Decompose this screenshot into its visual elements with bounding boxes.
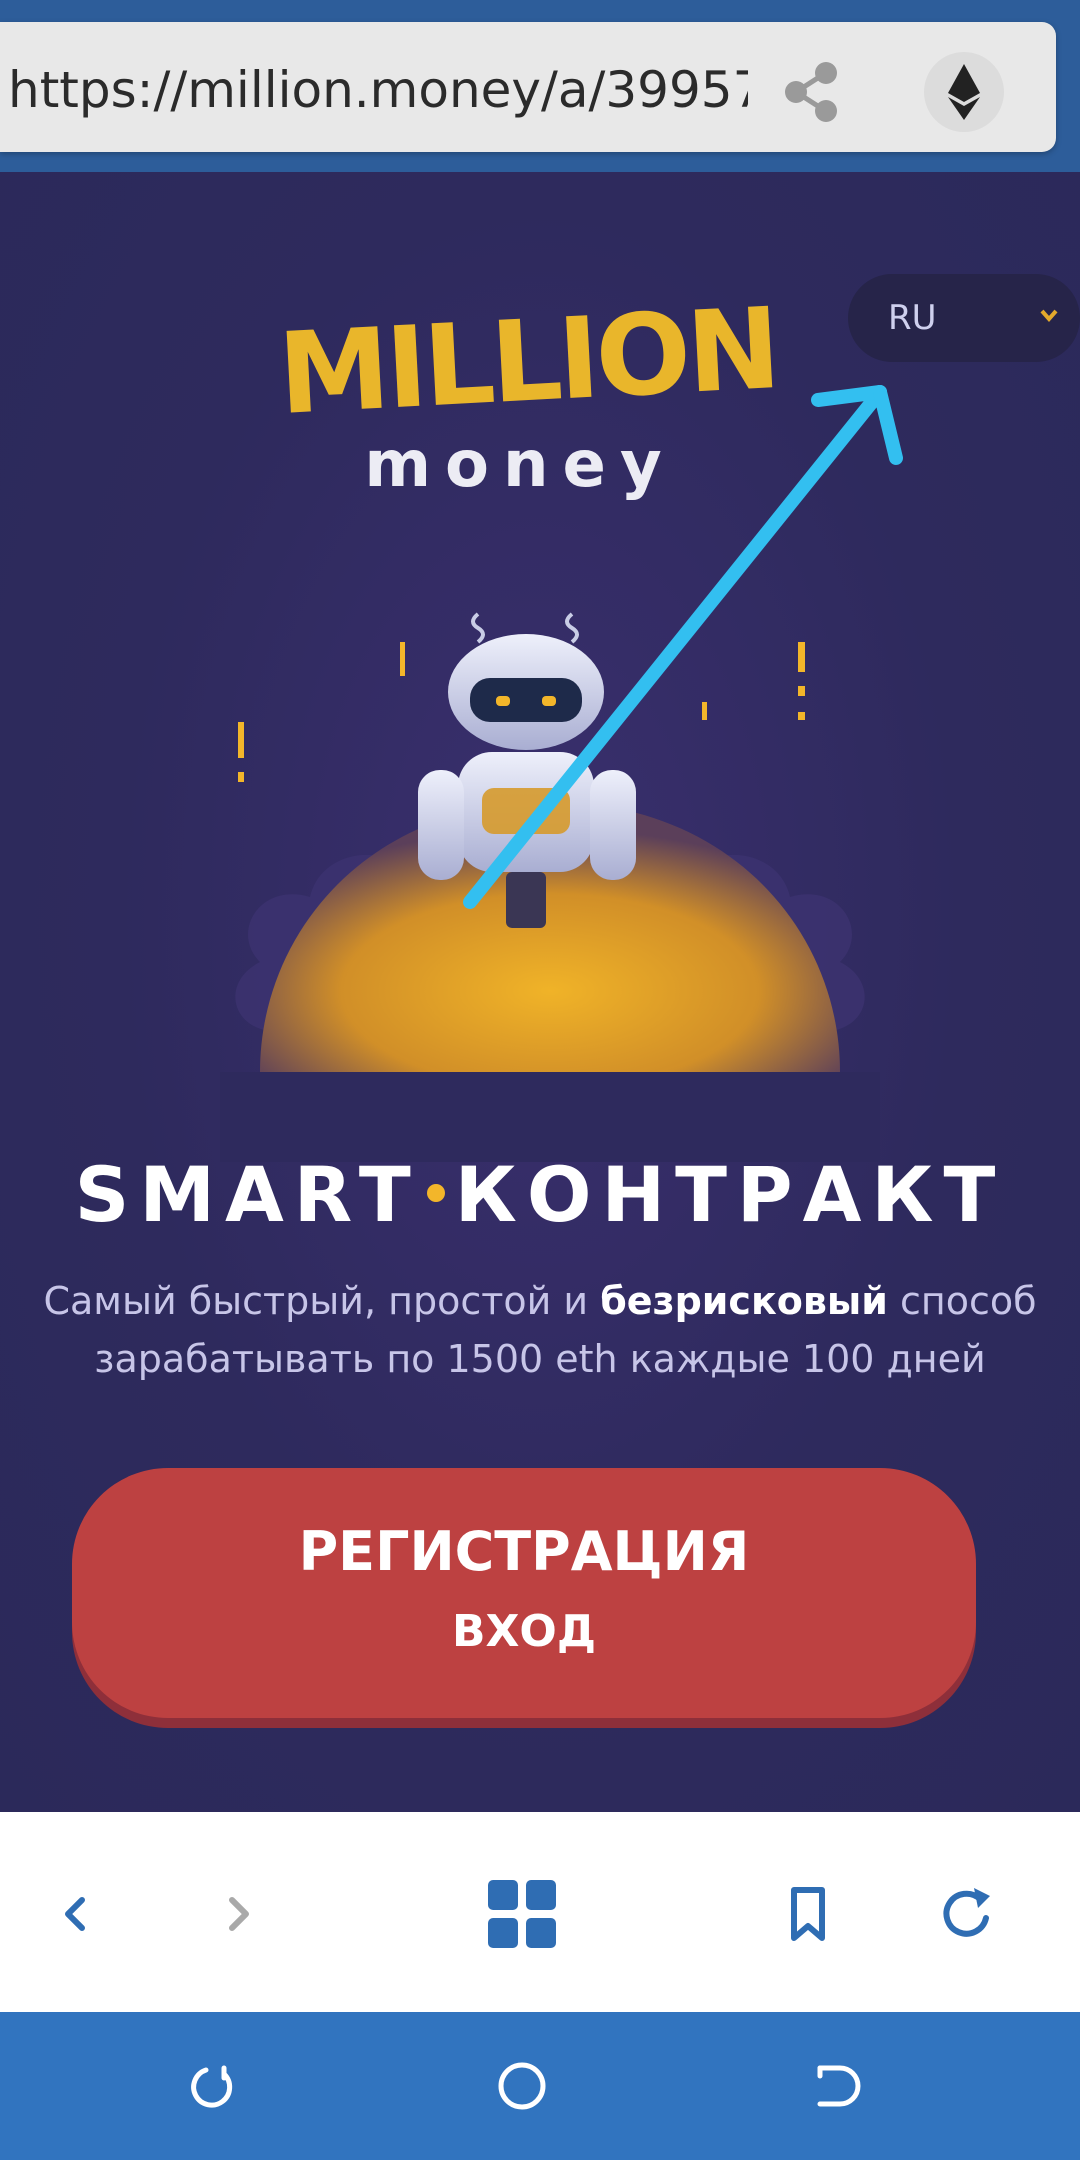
register-login-button[interactable]: РЕГИСТРАЦИЯ ВХОД [72,1468,976,1718]
home-icon[interactable] [480,2044,564,2128]
subtitle-bold: безрисковый [600,1279,888,1323]
subtitle-line1-after: способ [887,1279,1037,1323]
register-label[interactable]: РЕГИСТРАЦИЯ [72,1520,976,1583]
url-text[interactable]: https://million.money/a/39957 [8,50,748,130]
subtitle-line2: зарабатывать по 1500 eth каждые 100 дней [94,1337,986,1381]
logo-sub-text: money [364,428,675,502]
headline-dot [426,1184,445,1202]
tabs-grid-icon[interactable] [482,1874,562,1954]
browser-toolbar [0,1812,1080,2012]
refresh-icon[interactable] [928,1874,1008,1954]
forward-icon[interactable] [198,1874,278,1954]
headline-left: SMART [74,1150,421,1239]
language-value: RU [888,298,937,338]
language-select[interactable]: RU [848,274,1080,362]
android-nav-bar [0,2012,1080,2160]
logo-brand-text: MILLION [275,284,780,440]
page-subtitle: Самый быстрый, простой и безрисковый спо… [0,1272,1080,1388]
url-field[interactable]: https://million.money/a/39957 [0,22,1056,152]
page-headline: SMART КОНТРАКТ [0,1150,1080,1239]
headline-right: КОНТРАКТ [454,1150,1006,1239]
chevron-down-icon [1040,309,1058,323]
back-icon[interactable] [36,1874,116,1954]
million-money-logo: MILLION money [275,284,780,502]
web-page: MILLION money RU SMART КОНТРАКТ Самый бы… [0,172,1080,1812]
robot-illustration [220,612,880,1162]
browser-address-bar-area: https://million.money/a/39957 [0,0,1080,172]
ethereum-icon[interactable] [924,52,1004,132]
subtitle-line1-before: Самый быстрый, простой и [43,1279,601,1323]
bookmark-icon[interactable] [768,1874,848,1954]
login-label[interactable]: ВХОД [72,1606,976,1657]
share-icon[interactable] [770,52,850,132]
back-nav-icon[interactable] [790,2044,874,2128]
recent-apps-icon[interactable] [170,2044,254,2128]
